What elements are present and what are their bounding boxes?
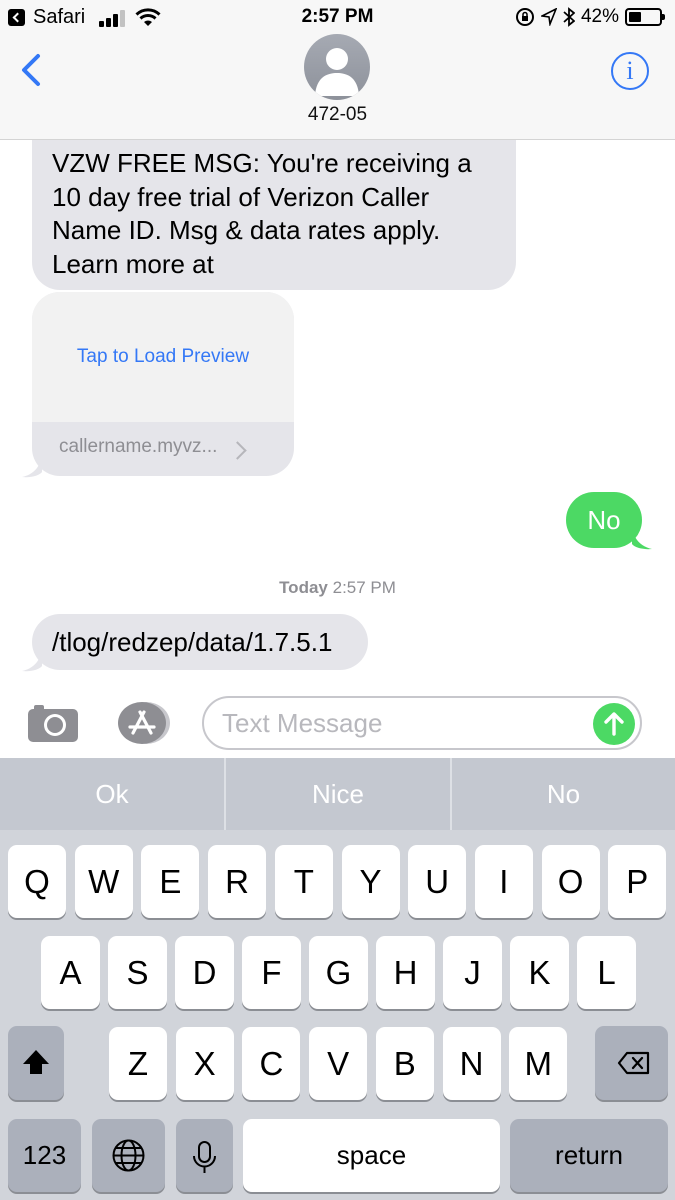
link-preview-domain: callername.myvz... xyxy=(59,436,218,457)
keyboard: Ok Nice No QWERTYUIOP ASDFGHJKL ZXCVBNM … xyxy=(0,758,675,1200)
globe-key[interactable] xyxy=(92,1119,165,1192)
back-chevron-icon[interactable] xyxy=(14,52,50,88)
bluetooth-icon xyxy=(563,7,575,27)
key-o[interactable]: O xyxy=(541,845,600,918)
key-y[interactable]: Y xyxy=(341,845,400,918)
key-p[interactable]: P xyxy=(608,845,667,918)
key-j[interactable]: J xyxy=(443,936,502,1009)
dictation-key[interactable] xyxy=(176,1119,233,1192)
backspace-icon xyxy=(617,1051,650,1075)
timestamp-day: Today xyxy=(279,578,328,597)
incoming-message-bubble[interactable]: /tlog/redzep/data/1.7.5.1 xyxy=(32,614,368,670)
key-a[interactable]: A xyxy=(41,936,100,1009)
battery-level-fill xyxy=(629,12,642,22)
space-key[interactable]: space xyxy=(243,1119,500,1192)
key-i[interactable]: I xyxy=(474,845,533,918)
key-z[interactable]: Z xyxy=(109,1027,167,1100)
suggestion-no[interactable]: No xyxy=(452,758,675,830)
send-button[interactable] xyxy=(593,703,635,745)
conversation-header: 472-05 i xyxy=(0,34,675,140)
message-timestamp: Today 2:57 PM xyxy=(0,578,675,598)
key-b[interactable]: B xyxy=(375,1027,434,1100)
key-c[interactable]: C xyxy=(242,1027,301,1100)
status-right-group: 42% xyxy=(515,6,665,28)
key-s[interactable]: S xyxy=(108,936,167,1009)
lock-rotation-icon xyxy=(515,8,534,26)
contact-name[interactable]: 472-05 xyxy=(0,104,675,126)
key-r[interactable]: R xyxy=(208,845,267,918)
key-n[interactable]: N xyxy=(442,1027,501,1100)
key-w[interactable]: W xyxy=(74,845,133,918)
incoming-message-text: /tlog/redzep/data/1.7.5.1 xyxy=(52,627,333,657)
app-store-icon[interactable] xyxy=(114,700,172,746)
suggestion-ok[interactable]: Ok xyxy=(0,758,224,830)
link-preview-card[interactable]: Tap to Load Preview callername.myvz... xyxy=(32,292,294,476)
person-silhouette-icon xyxy=(315,48,359,96)
arrow-up-icon xyxy=(604,712,624,736)
globe-icon xyxy=(112,1139,145,1172)
key-v[interactable]: V xyxy=(309,1027,368,1100)
delete-key[interactable] xyxy=(595,1026,668,1100)
microphone-icon xyxy=(193,1141,216,1173)
battery-percent: 42% xyxy=(580,6,619,27)
tap-to-load-preview-link[interactable]: Tap to Load Preview xyxy=(32,346,294,368)
key-k[interactable]: K xyxy=(510,936,569,1009)
key-x[interactable]: X xyxy=(175,1027,234,1100)
timestamp-time: 2:57 PM xyxy=(332,578,396,597)
bubble-tail xyxy=(22,456,42,478)
key-f[interactable]: F xyxy=(242,936,301,1009)
key-e[interactable]: E xyxy=(141,845,200,918)
contact-avatar[interactable] xyxy=(304,34,370,100)
key-l[interactable]: L xyxy=(577,936,636,1009)
shift-key[interactable] xyxy=(8,1026,64,1100)
battery-icon xyxy=(625,8,665,26)
suggestion-nice[interactable]: Nice xyxy=(226,758,450,830)
outgoing-message-text: No xyxy=(587,505,621,535)
info-button[interactable]: i xyxy=(611,52,649,90)
location-arrow-icon xyxy=(540,8,557,26)
incoming-message-text: VZW FREE MSG: You're receiving a 10 day … xyxy=(52,148,472,279)
text-message-input[interactable] xyxy=(222,706,592,740)
return-key[interactable]: return xyxy=(510,1119,668,1192)
bubble-tail xyxy=(22,650,42,672)
predictive-bar: Ok Nice No xyxy=(0,758,675,830)
text-message-field[interactable] xyxy=(202,696,642,750)
numbers-key[interactable]: 123 xyxy=(8,1119,81,1192)
key-d[interactable]: D xyxy=(175,936,234,1009)
status-bar: Safari 2:57 PM 42% xyxy=(0,0,675,34)
outgoing-message-bubble[interactable]: No xyxy=(566,492,642,548)
key-q[interactable]: Q xyxy=(8,845,66,918)
bubble-tail xyxy=(632,528,652,550)
shift-arrow-icon xyxy=(23,1050,49,1074)
key-g[interactable]: G xyxy=(309,936,368,1009)
key-m[interactable]: M xyxy=(509,1027,568,1100)
key-t[interactable]: T xyxy=(274,845,333,918)
key-u[interactable]: U xyxy=(408,845,467,918)
incoming-message-bubble[interactable]: VZW FREE MSG: You're receiving a 10 day … xyxy=(32,140,516,290)
camera-icon[interactable] xyxy=(26,702,80,744)
key-h[interactable]: H xyxy=(376,936,435,1009)
